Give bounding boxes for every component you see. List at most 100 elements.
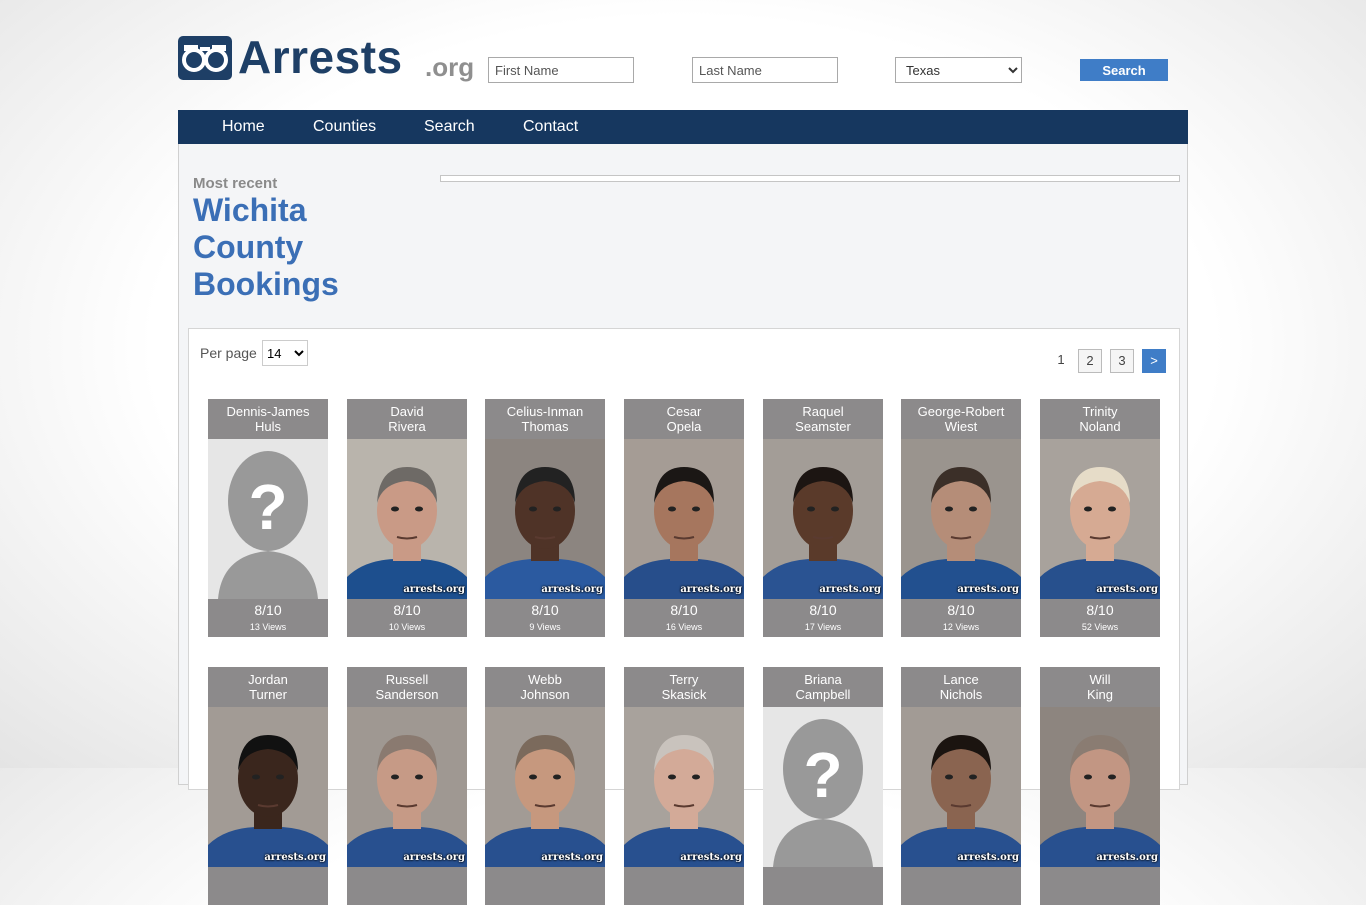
mugshot-photo[interactable]: arrests.org (901, 707, 1021, 867)
booking-card[interactable]: Russell Sanderson arrests.org (347, 667, 467, 905)
no-photo-silhouette[interactable]: ? (763, 707, 883, 867)
mugshot-photo[interactable]: arrests.org (901, 439, 1021, 599)
booking-card[interactable]: Will King arrests.org (1040, 667, 1160, 905)
mugshot-photo[interactable]: arrests.org (347, 439, 467, 599)
page-3-link[interactable]: 3 (1110, 349, 1134, 373)
booking-name[interactable]: Russell Sanderson (347, 667, 467, 707)
watermark: arrests.org (403, 852, 465, 863)
next-page-button[interactable]: > (1142, 349, 1166, 373)
rating: 8/10 (809, 602, 837, 618)
booking-name[interactable]: Cesar Opela (624, 399, 744, 439)
last-name: Turner (249, 687, 287, 702)
booking-name[interactable]: Lance Nichols (901, 667, 1021, 707)
first-name: Trinity (1082, 404, 1118, 419)
booking-name[interactable]: Webb Johnson (485, 667, 605, 707)
booking-card[interactable]: Lance Nichols arrests.org (901, 667, 1021, 905)
mugshot-photo[interactable]: arrests.org (1040, 439, 1160, 599)
view-count: 12 Views (942, 622, 980, 632)
state-select[interactable]: Texas (895, 57, 1022, 83)
last-name: Sanderson (375, 687, 439, 702)
search-button[interactable]: Search (1080, 59, 1168, 81)
watermark: arrests.org (680, 584, 742, 595)
booking-name[interactable]: Celius-Inman Thomas (485, 399, 605, 439)
per-page-select[interactable]: 14 (262, 340, 308, 366)
first-name: George-Robert (917, 404, 1005, 419)
no-photo-silhouette[interactable]: ? (208, 439, 328, 599)
booking-card[interactable]: Trinity Noland arrests.org 8/10 52 Views (1040, 399, 1160, 637)
view-count: 17 Views (804, 622, 842, 632)
booking-name[interactable]: Dennis-James Huls (208, 399, 328, 439)
rating: 8/10 (947, 602, 975, 618)
booking-card[interactable]: Jordan Turner arrests.org (208, 667, 328, 905)
booking-card[interactable]: Cesar Opela arrests.org 8/10 16 Views (624, 399, 744, 637)
logo-suffix: .org (425, 52, 475, 82)
first-name: Jordan (248, 672, 288, 687)
last-name: Johnson (520, 687, 570, 702)
last-name: Seamster (795, 419, 851, 434)
rating: 8/10 (254, 602, 282, 618)
booking-card[interactable]: George-Robert Wiest arrests.org 8/10 12 View… (901, 399, 1021, 637)
last-name: Rivera (388, 419, 426, 434)
watermark: arrests.org (819, 584, 881, 595)
booking-card[interactable]: David Rivera arrests.org 8/10 10 Views (347, 399, 467, 637)
mugshot-photo[interactable]: arrests.org (624, 439, 744, 599)
watermark: arrests.org (680, 852, 742, 863)
view-count: 13 Views (249, 622, 287, 632)
first-name: Russell (385, 672, 429, 687)
page-1-current: 1 (1057, 352, 1065, 367)
mugshot-photo[interactable]: arrests.org (208, 707, 328, 867)
rating: 8/10 (393, 602, 421, 618)
mugshot-photo[interactable]: arrests.org (624, 707, 744, 867)
booking-name[interactable]: Terry Skasick (624, 667, 744, 707)
mugshot-photo[interactable]: arrests.org (347, 707, 467, 867)
view-count: 52 Views (1081, 622, 1119, 632)
mugshot-photo[interactable]: arrests.org (763, 439, 883, 599)
last-name: Campbell (795, 687, 851, 702)
per-page-label: Per page (200, 345, 257, 361)
view-count: 9 Views (529, 622, 561, 632)
svg-text:?: ? (803, 739, 842, 811)
booking-card[interactable]: Raquel Seamster arrests.org 8/10 17 Views (763, 399, 883, 637)
nav-home[interactable]: Home (222, 118, 265, 136)
first-name: Raquel (802, 404, 844, 419)
mugshot-photo[interactable]: arrests.org (485, 707, 605, 867)
booking-name[interactable]: David Rivera (347, 399, 467, 439)
booking-name[interactable]: George-Robert Wiest (901, 399, 1021, 439)
last-name: Opela (666, 419, 702, 434)
booking-name[interactable]: Trinity Noland (1040, 399, 1160, 439)
watermark: arrests.org (541, 584, 603, 595)
watermark: arrests.org (1096, 852, 1158, 863)
last-name: Noland (1079, 419, 1121, 434)
booking-card[interactable]: Webb Johnson arrests.org (485, 667, 605, 905)
first-name-input[interactable] (488, 57, 634, 83)
watermark: arrests.org (957, 584, 1019, 595)
first-name: Celius-Inman (506, 404, 584, 419)
first-name: Briana (804, 672, 842, 687)
mugshot-photo[interactable]: arrests.org (485, 439, 605, 599)
logo-text: Arrests (238, 31, 403, 83)
last-name: King (1086, 687, 1114, 702)
booking-name[interactable]: Raquel Seamster (763, 399, 883, 439)
most-recent-label: Most recent (193, 175, 278, 192)
nav-search[interactable]: Search (424, 118, 475, 136)
site-logo[interactable]: Arrests .org (178, 31, 474, 83)
booking-card[interactable]: Celius-Inman Thomas arrests.org 8/10 9 Views (485, 399, 605, 637)
mugshot-photo[interactable]: arrests.org (1040, 707, 1160, 867)
handcuffs-icon (178, 36, 232, 80)
nav-counties[interactable]: Counties (313, 118, 376, 136)
nav-contact[interactable]: Contact (523, 118, 578, 136)
booking-card[interactable]: Briana Campbell? (763, 667, 883, 905)
page-2-link[interactable]: 2 (1078, 349, 1102, 373)
last-name: Huls (254, 419, 281, 434)
first-name: Will (1089, 672, 1111, 687)
booking-name[interactable]: Jordan Turner (208, 667, 328, 707)
bookings-panel: Per page 14 1 2 3 > Dennis-James Huls? 8/1… (188, 328, 1180, 905)
booking-name[interactable]: Will King (1040, 667, 1160, 707)
last-name-input[interactable] (692, 57, 838, 83)
first-name: Terry (669, 672, 699, 687)
booking-card[interactable]: Terry Skasick arrests.org (624, 667, 744, 905)
page-title-line-1: Wichita (193, 192, 307, 228)
booking-name[interactable]: Briana Campbell (763, 667, 883, 707)
view-count: 16 Views (665, 622, 703, 632)
booking-card[interactable]: Dennis-James Huls? 8/10 13 Views (208, 399, 328, 637)
